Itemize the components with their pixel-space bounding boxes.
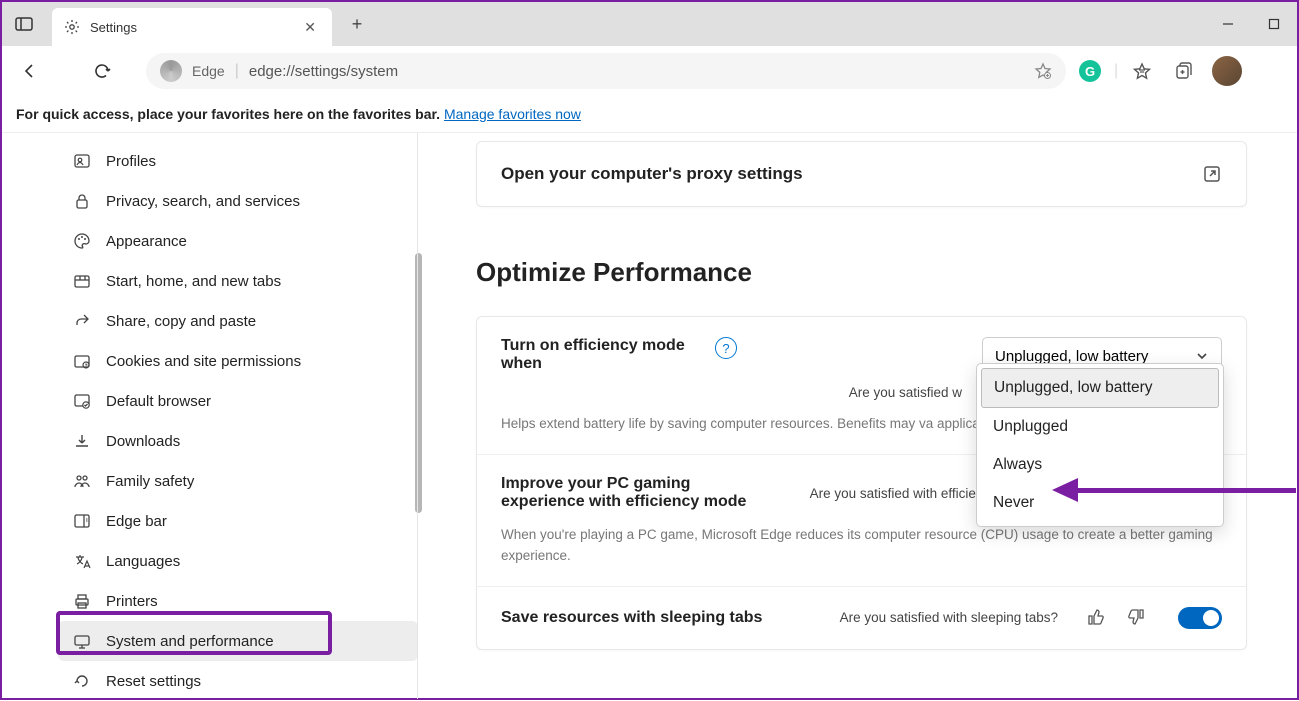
sleeping-tabs-setting: Save resources with sleeping tabs Are yo… — [477, 587, 1246, 649]
share-icon — [72, 311, 92, 331]
grammarly-extension[interactable]: G — [1072, 53, 1108, 89]
sidebar-item-edgebar[interactable]: Edge bar — [58, 501, 418, 541]
refresh-button[interactable] — [84, 53, 120, 89]
help-icon[interactable]: ? — [715, 337, 737, 359]
back-button[interactable] — [12, 53, 48, 89]
dropdown-option[interactable]: Unplugged — [981, 408, 1219, 446]
chevron-down-icon — [1195, 349, 1209, 363]
dropdown-option[interactable]: Always — [981, 446, 1219, 484]
favorites-bar-prompt: For quick access, place your favorites h… — [2, 96, 1297, 133]
printer-icon — [72, 591, 92, 611]
manage-favorites-link[interactable]: Manage favorites now — [444, 106, 581, 122]
browser-icon — [72, 391, 92, 411]
efficiency-mode-setting: Turn on efficiency mode when ? Unplugged… — [477, 317, 1246, 455]
address-bar[interactable]: Edge | edge://settings/system — [146, 53, 1066, 89]
maximize-button[interactable] — [1251, 2, 1297, 46]
cookies-icon — [72, 351, 92, 371]
dropdown-option[interactable]: Never — [981, 484, 1219, 522]
minimize-button[interactable] — [1205, 2, 1251, 46]
sidebar-item-profiles[interactable]: Profiles — [58, 141, 418, 181]
section-heading: Optimize Performance — [476, 257, 1247, 288]
thumbs-up-button[interactable] — [1086, 607, 1108, 629]
sidebar-item-default-browser[interactable]: Default browser — [58, 381, 418, 421]
thumbs-down-button[interactable] — [1126, 607, 1148, 629]
sidebar-item-appearance[interactable]: Appearance — [58, 221, 418, 261]
system-icon — [72, 631, 92, 651]
settings-sidebar: Profiles Privacy, search, and services A… — [2, 133, 418, 699]
tab-actions-button[interactable] — [2, 2, 46, 46]
toolbar: Edge | edge://settings/system G | — [2, 46, 1297, 96]
sidebar-scrollbar[interactable] — [415, 253, 422, 513]
family-icon — [72, 471, 92, 491]
sidebar-item-reset[interactable]: Reset settings — [58, 661, 418, 701]
sidebar-item-privacy[interactable]: Privacy, search, and services — [58, 181, 418, 221]
external-link-icon — [1202, 164, 1222, 184]
tab-title: Settings — [90, 20, 300, 35]
palette-icon — [72, 231, 92, 251]
dropdown-option[interactable]: Unplugged, low battery — [981, 368, 1219, 408]
sidebar-item-languages[interactable]: Languages — [58, 541, 418, 581]
sidebar-item-family[interactable]: Family safety — [58, 461, 418, 501]
gear-icon — [64, 19, 80, 35]
browser-tab[interactable]: Settings ✕ — [52, 8, 332, 46]
sidebar-item-cookies[interactable]: Cookies and site permissions — [58, 341, 418, 381]
sidebar-item-share[interactable]: Share, copy and paste — [58, 301, 418, 341]
tab-strip-icon — [15, 15, 33, 33]
url-text: edge://settings/system — [249, 63, 1024, 80]
download-icon — [72, 431, 92, 451]
lock-icon — [72, 191, 92, 211]
sidebar-icon — [72, 511, 92, 531]
language-icon — [72, 551, 92, 571]
sidebar-item-system[interactable]: System and performance — [58, 621, 418, 661]
edge-logo-icon — [160, 60, 182, 82]
add-favorite-button[interactable] — [1034, 62, 1052, 80]
collections-button[interactable] — [1166, 53, 1202, 89]
sleeping-tabs-toggle[interactable] — [1178, 607, 1222, 629]
settings-content: Open your computer's proxy settings Opti… — [418, 133, 1297, 699]
reset-icon — [72, 671, 92, 691]
efficiency-dropdown-menu: Unplugged, low battery Unplugged Always … — [976, 363, 1224, 527]
close-tab-button[interactable]: ✕ — [300, 15, 320, 40]
proxy-settings-link[interactable]: Open your computer's proxy settings — [476, 141, 1247, 207]
sidebar-item-start[interactable]: Start, home, and new tabs — [58, 261, 418, 301]
favorites-button[interactable] — [1124, 53, 1160, 89]
profile-avatar[interactable] — [1212, 56, 1242, 86]
site-identity: Edge — [192, 63, 225, 79]
sidebar-item-downloads[interactable]: Downloads — [58, 421, 418, 461]
profile-icon — [72, 151, 92, 171]
new-tab-button[interactable]: + — [340, 7, 374, 41]
sidebar-item-printers[interactable]: Printers — [58, 581, 418, 621]
tabs-icon — [72, 271, 92, 291]
title-bar: Settings ✕ + — [2, 2, 1297, 46]
